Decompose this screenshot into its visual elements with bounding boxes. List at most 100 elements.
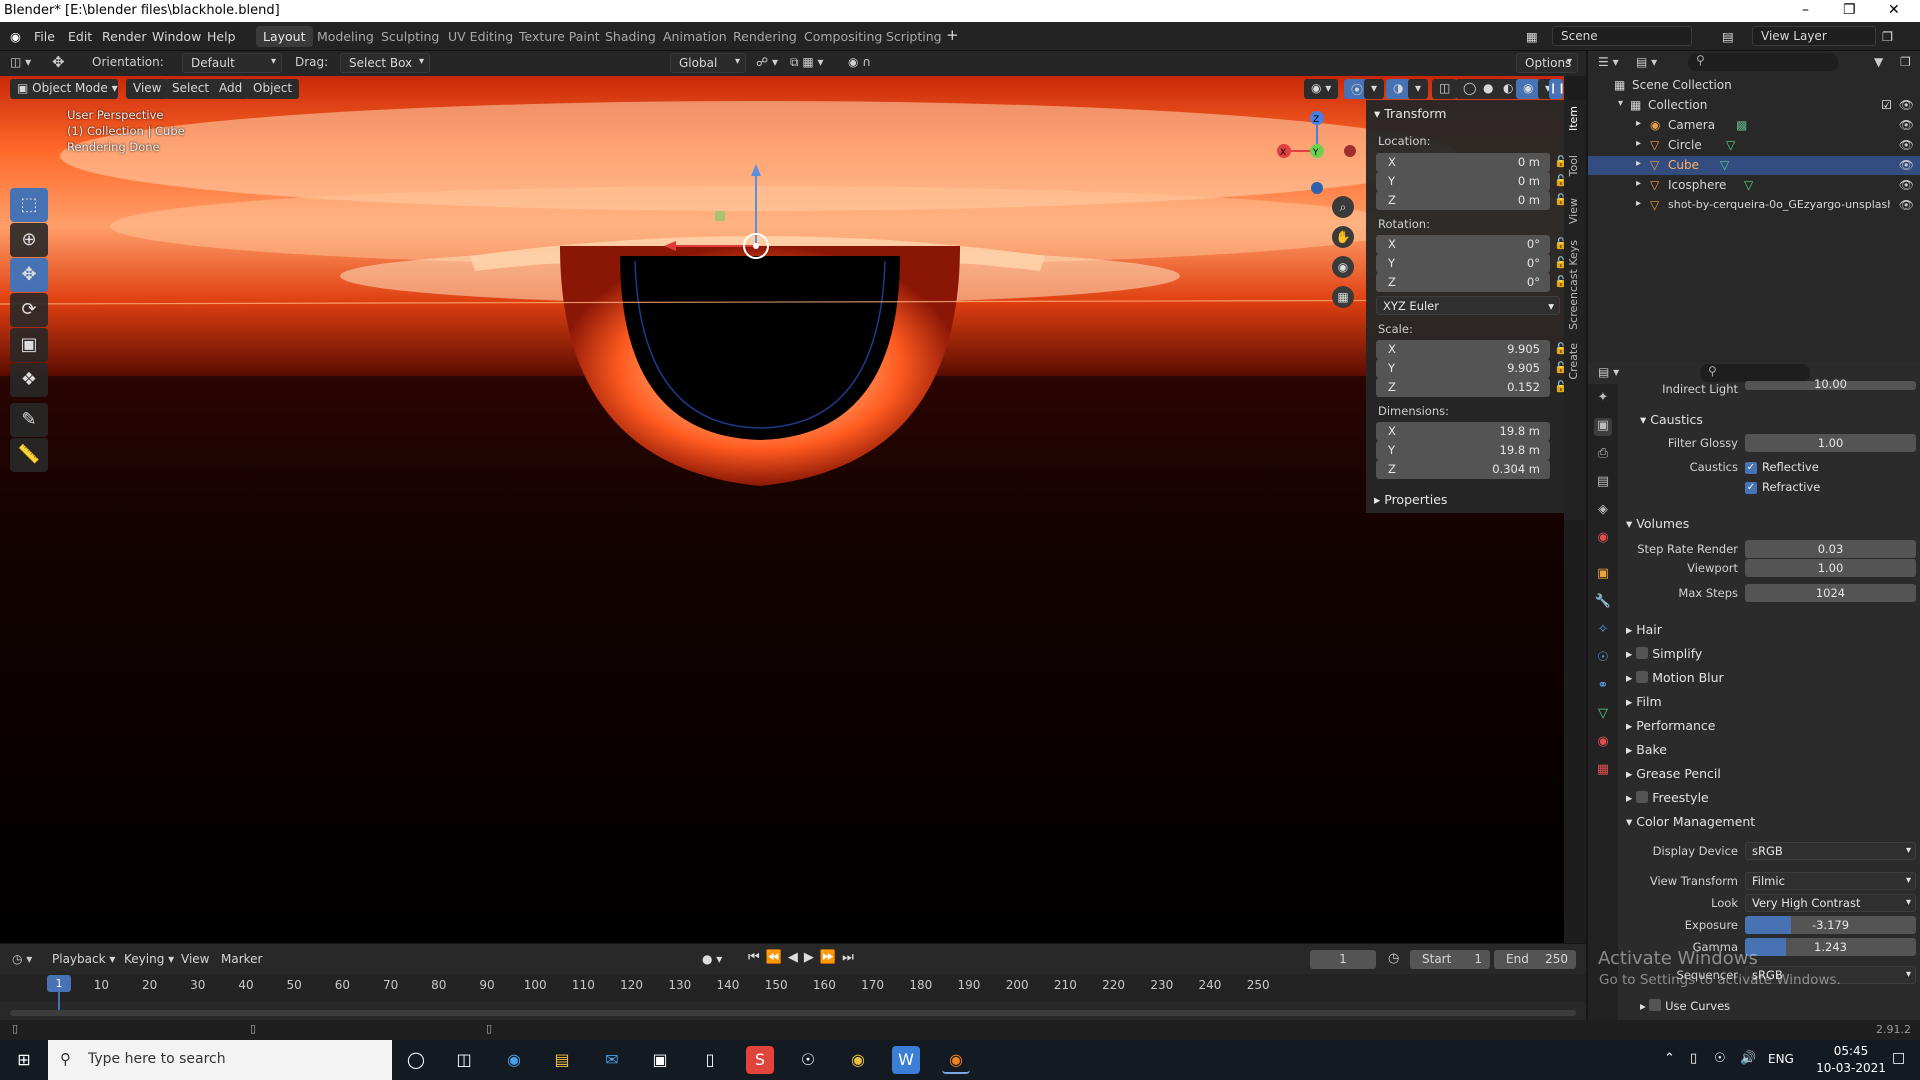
tab-screencast-keys[interactable]: Screencast Keys [1567, 240, 1580, 330]
data-tab-icon[interactable]: ▽ [1594, 706, 1612, 724]
3d-viewport[interactable]: ▣ Object Mode ▾ View Select Add Object ◉… [0, 76, 1564, 943]
eye-icon[interactable]: 👁 [1899, 138, 1914, 152]
chrome-icon[interactable]: ◉ [844, 1046, 872, 1074]
use-curves-checkbox[interactable] [1649, 999, 1662, 1011]
view-layer-tab-icon[interactable]: ▤ [1594, 474, 1612, 492]
performance-header[interactable]: ▸ Performance [1626, 718, 1715, 733]
scale-x-field[interactable]: X 9.905 [1376, 340, 1550, 359]
timeline-ruler[interactable]: 1102030405060708090100110120130140150160… [0, 974, 1586, 1002]
scene-icon[interactable]: ▦ [1526, 29, 1538, 44]
location-x-field[interactable]: X 0 m [1376, 153, 1550, 172]
properties-editor-icon[interactable]: ▤ ▾ [1598, 365, 1619, 379]
clock-icon[interactable]: ◷ [1388, 951, 1399, 966]
volume-icon[interactable]: 🔊 [1740, 1051, 1756, 1066]
minimize-icon[interactable]: – [1802, 2, 1809, 18]
tab-uv-editing[interactable]: UV Editing [441, 26, 520, 47]
gamma-slider[interactable]: 1.243 [1745, 938, 1916, 956]
playback-controls[interactable]: ⏮⏪◀▶⏩⏭ [748, 950, 860, 965]
tab-sculpting[interactable]: Sculpting [374, 26, 446, 47]
hair-header[interactable]: ▸ Hair [1626, 622, 1662, 637]
outliner-item-image[interactable]: ▸ ▽ shot-by-cerqueira-0o_GEzyargo-unspla… [1588, 196, 1920, 215]
transform-gizmo-icon[interactable]: ✥ [52, 53, 65, 71]
tab-scripting[interactable]: Scripting [879, 26, 949, 47]
step-rate-field[interactable]: 0.03 [1745, 540, 1916, 558]
physics-tab-icon[interactable]: ☉ [1594, 650, 1612, 668]
camera-view-icon[interactable]: ◉ [1332, 256, 1354, 278]
store-icon[interactable]: ▣ [646, 1046, 674, 1074]
blender-taskbar-icon[interactable]: ◉ [942, 1046, 970, 1074]
clock-time[interactable]: 05:45 [1826, 1044, 1876, 1058]
film-header[interactable]: ▸ Film [1626, 694, 1662, 709]
scale-z-field[interactable]: Z 0.152 [1376, 378, 1550, 397]
refractive-checkbox[interactable]: ✓ [1745, 482, 1757, 494]
outliner-collection[interactable]: ▾ ▦ Collection ☑ 👁 [1588, 96, 1920, 115]
clock-date[interactable]: 10-03-2021 [1816, 1061, 1886, 1075]
scale-y-field[interactable]: Y 9.905 [1376, 359, 1550, 378]
exclude-checkbox-icon[interactable]: ☑ [1881, 98, 1892, 112]
language-indicator[interactable]: ENG [1768, 1052, 1794, 1066]
timeline-scrollbar[interactable] [10, 1010, 1576, 1016]
restore-icon[interactable]: ❐ [1843, 2, 1856, 18]
view-layer-selector[interactable]: View Layer [1752, 26, 1876, 46]
outliner-scene-collection[interactable]: ▦ Scene Collection [1588, 76, 1920, 95]
texture-tab-icon[interactable]: ▦ [1594, 762, 1612, 780]
viewport-menu-select[interactable]: Select [165, 79, 217, 99]
outliner-editor-icon[interactable]: ☰ ▾ [1598, 55, 1619, 69]
windows-start-icon[interactable]: ⊞ [10, 1046, 38, 1074]
visibility-icon[interactable]: ◉ ▾ [1304, 79, 1339, 99]
expand-icon[interactable]: ▸ [1636, 158, 1641, 169]
zoom-icon[interactable]: ⌕ [1332, 196, 1354, 218]
eye-icon[interactable]: 👁 [1899, 98, 1914, 112]
steam-icon[interactable]: ☉ [794, 1046, 822, 1074]
dimension-y-field[interactable]: Y 19.8 m [1376, 441, 1550, 460]
motion-blur-checkbox[interactable] [1636, 671, 1649, 683]
expand-icon[interactable]: ▸ [1636, 178, 1641, 189]
properties-search-input[interactable]: ⚲ [1700, 364, 1810, 382]
display-mode-icon[interactable]: ▤ ▾ [1636, 55, 1657, 69]
transform-orientation-dropdown[interactable]: Global ▾ [670, 53, 746, 73]
render-tab-icon[interactable]: ▣ [1594, 418, 1612, 436]
filter-icon[interactable]: ▼ [1874, 55, 1883, 69]
snap-icon[interactable]: ⧉ ▦ ▾ [790, 55, 824, 70]
microphone-app-icon[interactable]: ▯ [696, 1046, 724, 1074]
select-box-tool-icon[interactable]: ⬚ [10, 188, 48, 222]
rotation-x-field[interactable]: X 0° [1376, 235, 1550, 254]
scene-selector[interactable]: Scene [1552, 26, 1692, 46]
tab-layout[interactable]: Layout [256, 26, 313, 47]
grease-pencil-header[interactable]: ▸ Grease Pencil [1626, 766, 1721, 781]
overlay-dropdown-icon[interactable]: ▾ [1408, 79, 1429, 99]
menu-edit[interactable]: Edit [68, 29, 92, 44]
dimension-x-field[interactable]: X 19.8 m [1376, 422, 1550, 441]
annotate-tool-icon[interactable]: ✎ [10, 403, 48, 437]
caustics-header[interactable]: ▾ Caustics [1640, 412, 1703, 427]
mode-dropdown[interactable]: ▣ Object Mode ▾ [10, 79, 118, 99]
bake-header[interactable]: ▸ Bake [1626, 742, 1667, 757]
tray-chevron-icon[interactable]: ⌃ [1664, 1051, 1675, 1066]
pause-render-icon[interactable]: ❙❙ [1549, 79, 1564, 99]
tab-view[interactable]: View [1567, 198, 1580, 224]
particles-tab-icon[interactable]: ✧ [1594, 622, 1612, 640]
simplify-header[interactable]: ▸ Simplify [1626, 646, 1702, 661]
use-curves-header[interactable]: ▸ Use Curves [1640, 998, 1730, 1013]
move-tool-icon[interactable]: ✥ [10, 258, 48, 292]
tab-compositing[interactable]: Compositing [797, 26, 889, 47]
expand-icon[interactable]: ▸ [1636, 138, 1641, 149]
viewport-steps-field[interactable]: 1.00 [1745, 559, 1916, 577]
navigation-gizmo[interactable]: Z X Y [1272, 106, 1362, 206]
freestyle-checkbox[interactable] [1636, 791, 1649, 803]
rendered-shading-icon[interactable]: ◉ [1516, 79, 1541, 99]
pivot-icon[interactable]: ☍ ▾ [756, 55, 778, 69]
menu-help[interactable]: Help [207, 29, 236, 44]
view-transform-dropdown[interactable]: Filmic ▾ [1745, 872, 1916, 890]
add-workspace-icon[interactable]: + [946, 26, 959, 44]
rotate-tool-icon[interactable]: ⟳ [10, 293, 48, 327]
mail-icon[interactable]: ✉ [598, 1046, 626, 1074]
tab-shading[interactable]: Shading [598, 26, 663, 47]
viewport-menu-view[interactable]: View [126, 79, 169, 99]
freestyle-header[interactable]: ▸ Freestyle [1626, 790, 1709, 805]
outliner-item-icosphere[interactable]: ▸ ▽ Icosphere ▽ 👁 [1588, 176, 1920, 195]
constraints-tab-icon[interactable]: ⚭ [1594, 678, 1612, 696]
indirect-light-field[interactable]: 10.00 [1745, 378, 1916, 390]
current-frame-field[interactable]: 1 [1310, 950, 1376, 969]
rotation-mode-dropdown[interactable]: XYZ Euler ▾ [1376, 296, 1560, 315]
